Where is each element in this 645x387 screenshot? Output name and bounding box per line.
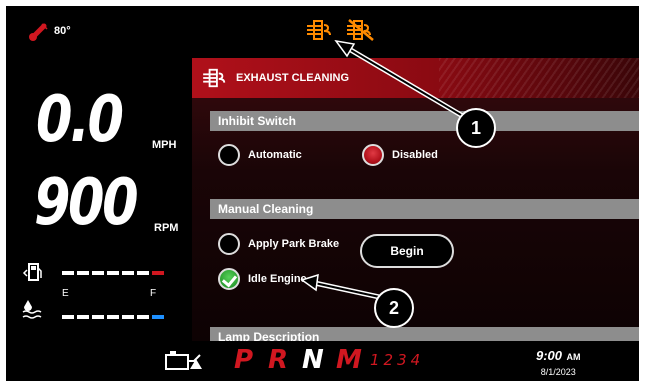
- radio-label: Disabled: [392, 149, 438, 161]
- radio-unselected-icon: [218, 144, 240, 166]
- begin-button[interactable]: Begin: [360, 234, 454, 268]
- inhibit-switch-heading: Inhibit Switch: [210, 111, 639, 131]
- condition-idle-engine: Idle Engine: [218, 268, 307, 290]
- condition-unmet-icon: [218, 233, 240, 255]
- condition-park-brake: Apply Park Brake: [218, 233, 339, 255]
- radio-selected-icon: [362, 144, 384, 166]
- gear-numbers: 1234: [370, 351, 425, 369]
- gear-r: R: [268, 345, 289, 375]
- def-gauge: E F: [6, 288, 192, 328]
- temperature-indicator: 80°: [28, 20, 71, 42]
- clock-ampm: AM: [566, 352, 581, 362]
- condition-label: Apply Park Brake: [248, 238, 340, 250]
- speed-readout: 0.0: [36, 83, 124, 157]
- temperature-value: 80°: [54, 25, 71, 37]
- thermometer-icon: [29, 23, 48, 41]
- def-gauge-full-label: F: [150, 288, 157, 299]
- panel-header: EXHAUST CLEANING: [192, 58, 639, 98]
- dpf-disabled-lamp-icon: [347, 19, 374, 41]
- fuel-pump-icon: [22, 263, 42, 281]
- callout-1: 1: [456, 108, 496, 148]
- radio-label: Automatic: [248, 149, 302, 161]
- exhaust-cleaning-panel: EXHAUST CLEANING Inhibit Switch Automati…: [192, 58, 639, 341]
- fuel-level-bar: [62, 271, 164, 275]
- dpf-panel-icon: [203, 68, 226, 88]
- rpm-readout: 900: [34, 166, 139, 240]
- gear-p: P: [234, 345, 254, 375]
- checkmark-icon: [218, 268, 240, 290]
- manual-cleaning-heading: Manual Cleaning: [210, 199, 639, 219]
- fuel-gauge: [6, 262, 192, 282]
- def-gauge-empty-label: E: [62, 288, 69, 299]
- rpm-unit: RPM: [154, 222, 179, 234]
- gear-n-active: N: [302, 345, 324, 375]
- transmission-warning-icon: [165, 351, 202, 370]
- panel-title: EXHAUST CLEANING: [236, 72, 350, 84]
- clock-date: 8/1/2023: [540, 367, 576, 377]
- condition-label: Idle Engine: [248, 273, 307, 285]
- callout-2: 2: [374, 288, 414, 328]
- lamp-description-heading: Lamp Description: [210, 327, 639, 341]
- clock: 9:00 AM 8/1/2023: [536, 347, 580, 377]
- top-status-bar: 80°: [6, 6, 639, 58]
- dpf-lamp-icon: [307, 20, 331, 40]
- inhibit-option-disabled[interactable]: Disabled: [362, 144, 438, 166]
- exhaust-warning-lamps: [306, 18, 376, 42]
- vehicle-display: 80° 0.0 MPH 900 RPM E F EXHAUST CLEANING…: [6, 6, 639, 381]
- inhibit-option-automatic[interactable]: Automatic: [218, 144, 302, 166]
- def-level-bar: [62, 315, 164, 319]
- bottom-status-bar: P R N M 1234 9:00 AM 8/1/2023: [6, 341, 639, 381]
- def-fluid-icon: [22, 300, 42, 319]
- clock-time: 9:00: [536, 348, 563, 363]
- gear-m: M: [336, 345, 362, 375]
- speed-unit: MPH: [152, 139, 177, 151]
